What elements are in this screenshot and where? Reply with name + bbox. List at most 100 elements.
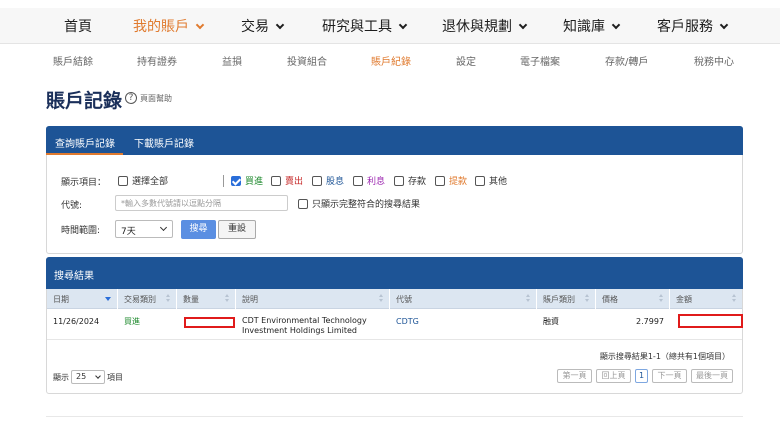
- checkbox-box: [312, 175, 322, 186]
- page-size-value: 25: [76, 372, 87, 381]
- sub-nav-balances[interactable]: 賬戶結餘: [53, 53, 93, 68]
- sort-icon: [379, 294, 384, 304]
- pager-last-button[interactable]: 最後一頁: [691, 369, 733, 383]
- search-button[interactable]: 搜尋: [181, 220, 216, 239]
- pager-next-button[interactable]: 下一頁: [652, 369, 687, 383]
- time-range-value: 7天: [121, 227, 136, 237]
- main-nav-customer-service[interactable]: 客戶服務: [657, 16, 729, 36]
- column-header-date[interactable]: 日期: [47, 289, 118, 309]
- cell-symbol-link[interactable]: CDTG: [396, 317, 419, 327]
- checkbox-box: [271, 175, 281, 186]
- chevron-down-icon: [275, 20, 285, 30]
- time-range-select[interactable]: 7天: [115, 220, 173, 238]
- column-header-account-type[interactable]: 賬戶類別: [537, 289, 596, 309]
- main-nav: 首頁 我的賬戶 交易 研究與工具 退休與規劃 知識庫 客戶服務: [0, 8, 780, 44]
- results-summary: 顯示搜尋結果1-1（總共有1個項目）: [599, 352, 730, 361]
- tab-download-history[interactable]: 下載賬戶記錄: [134, 135, 194, 150]
- checkbox-buy[interactable]: 買進: [231, 174, 263, 187]
- sub-nav-account-history[interactable]: 賬戶紀錄: [371, 53, 411, 68]
- column-label: 說明: [242, 295, 258, 304]
- checkbox-other[interactable]: 其他: [475, 174, 507, 187]
- checkbox-box: [118, 175, 128, 186]
- sub-nav-settings[interactable]: 設定: [456, 53, 476, 68]
- page-help-link[interactable]: ? 頁面幫助: [125, 92, 172, 104]
- sub-nav-deposit-transfer[interactable]: 存款/轉戶: [605, 53, 648, 68]
- results-title: 搜尋結果: [54, 271, 94, 282]
- checkbox-box: [435, 175, 445, 186]
- tab-query-history[interactable]: 查詢賬戶記錄: [46, 135, 123, 155]
- main-nav-home[interactable]: 首頁: [64, 16, 92, 36]
- symbol-input[interactable]: *輸入多數代號請以逗點分隔: [115, 195, 288, 211]
- checkbox-deposit[interactable]: 存款: [394, 174, 426, 187]
- page-size-suffix: 項目: [107, 372, 123, 382]
- page-size-prefix: 顯示: [53, 372, 69, 382]
- chevron-down-icon: [518, 20, 528, 30]
- column-header-amount[interactable]: 金額: [670, 289, 742, 309]
- checkbox-withdrawal[interactable]: 提款: [435, 174, 467, 187]
- checkbox-select-all[interactable]: 選擇全部: [118, 174, 168, 187]
- reset-button[interactable]: 重設: [218, 220, 256, 239]
- table-row: 11/26/2024 買進 CDT Environmental Technolo…: [47, 310, 743, 340]
- time-range-label: 時間範圍:: [61, 226, 101, 236]
- checkbox-box: [475, 175, 485, 186]
- sort-icon: [166, 294, 171, 304]
- redacted-quantity: [184, 317, 235, 328]
- sub-nav-positions[interactable]: 持有證券: [137, 53, 177, 68]
- checkbox-label: 提款: [449, 177, 468, 187]
- pager-prev-button[interactable]: 回上頁: [596, 369, 631, 383]
- main-nav-label: 研究與工具: [322, 19, 392, 35]
- pager-first-button[interactable]: 第一頁: [557, 369, 592, 383]
- column-header-quantity[interactable]: 數量: [177, 289, 236, 309]
- sub-nav-portfolio[interactable]: 投資組合: [287, 53, 327, 68]
- sub-nav: 賬戶結餘 持有證券 益損 投資組合 賬戶紀錄 設定 電子檔案 存款/轉戶 稅務中…: [0, 44, 780, 76]
- query-panel: 查詢賬戶記錄 下載賬戶記錄 顯示項目： 選擇全部 買進 賣出 股息 利息 存款 …: [46, 126, 743, 254]
- chevron-down-icon: [398, 20, 408, 30]
- checkbox-sell[interactable]: 賣出: [271, 174, 303, 187]
- sub-nav-tax-center[interactable]: 稅務中心: [694, 53, 734, 68]
- divider: [223, 175, 224, 187]
- cell-price: 2.7997: [636, 317, 664, 326]
- main-nav-label: 交易: [241, 19, 269, 35]
- chevron-down-icon: [95, 373, 101, 379]
- checkbox-label: 股息: [326, 177, 345, 187]
- main-nav-trade[interactable]: 交易: [241, 16, 285, 36]
- main-nav-label: 知識庫: [563, 19, 605, 35]
- checkbox-box: [394, 175, 404, 186]
- column-label: 賬戶類別: [543, 295, 575, 304]
- redacted-amount: [678, 314, 743, 328]
- cell-account-type: 融資: [543, 317, 559, 326]
- column-header-description[interactable]: 說明: [236, 289, 390, 309]
- main-nav-knowledge[interactable]: 知識庫: [563, 16, 621, 36]
- checkbox-box: [353, 175, 363, 186]
- checkbox-box: [231, 175, 241, 186]
- column-label: 數量: [183, 295, 199, 304]
- cell-date: 11/26/2024: [53, 317, 100, 326]
- sub-nav-gain-loss[interactable]: 益損: [222, 53, 242, 68]
- pager-current-page[interactable]: 1: [635, 369, 648, 383]
- logo-fragment: [0, 0, 780, 6]
- main-nav-research-tools[interactable]: 研究與工具: [322, 16, 408, 36]
- checkbox-label: 其他: [489, 177, 508, 187]
- checkbox-box: [298, 198, 308, 209]
- checkbox-exact-match[interactable]: 只顯示完整符合的搜尋結果: [298, 197, 420, 210]
- column-header-symbol[interactable]: 代號: [390, 289, 537, 309]
- table-header: 日期 交易類別 數量 說明 代號 賬戶類別 價格 金額: [47, 289, 742, 309]
- checkbox-interest[interactable]: 利息: [353, 174, 385, 187]
- checkbox-label: 賣出: [285, 177, 304, 187]
- main-nav-label: 客戶服務: [657, 19, 713, 35]
- sub-nav-documents[interactable]: 電子檔案: [520, 53, 560, 68]
- checkbox-dividend[interactable]: 股息: [312, 174, 344, 187]
- page-size-select[interactable]: 25: [71, 370, 105, 384]
- page-title: 賬戶記錄: [46, 90, 123, 112]
- page-size-control: 顯示 25 項目: [53, 370, 123, 384]
- column-label: 金額: [676, 295, 692, 304]
- column-header-type[interactable]: 交易類別: [118, 289, 177, 309]
- column-label: 價格: [602, 295, 618, 304]
- main-nav-retirement[interactable]: 退休與規劃: [442, 16, 528, 36]
- checkbox-label: 買進: [245, 177, 264, 187]
- main-nav-my-account[interactable]: 我的賬戶: [133, 16, 205, 36]
- column-header-price[interactable]: 價格: [596, 289, 670, 309]
- column-label: 交易類別: [124, 295, 156, 304]
- footer-divider: [46, 416, 743, 417]
- checkbox-label: 利息: [367, 177, 386, 187]
